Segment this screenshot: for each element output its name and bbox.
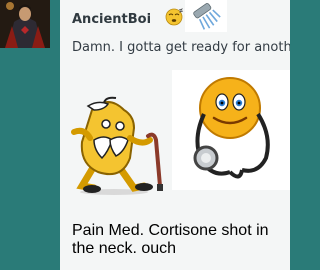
- superhero-avatar-icon: [0, 0, 50, 48]
- sleepy-smiley-icon: [164, 7, 184, 27]
- post-card: AncientBoi Damn. I gotta get ready for a…: [60, 0, 290, 270]
- shower-icon: [185, 0, 227, 32]
- post-username[interactable]: AncientBoi: [72, 12, 151, 27]
- post-message: Damn. I gotta get ready for another: [72, 40, 290, 55]
- sick-emoji-image: [64, 88, 176, 196]
- post-caption: Pain Med. Cortisone shot in the neck. ou…: [72, 222, 269, 257]
- user-avatar[interactable]: [0, 0, 50, 48]
- doctor-emoji-image: [172, 70, 290, 190]
